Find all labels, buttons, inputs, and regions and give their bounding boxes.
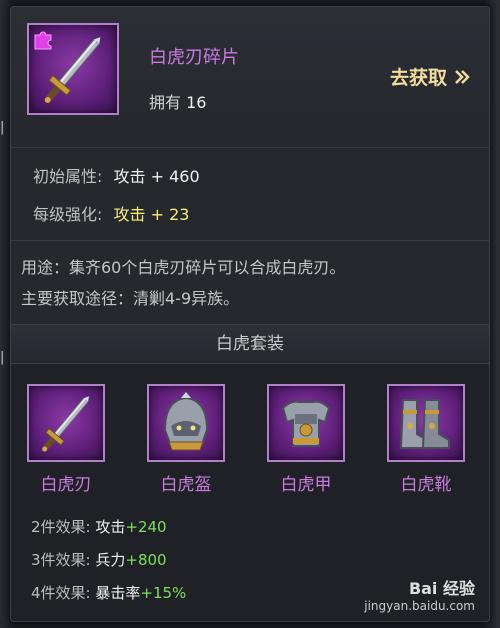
description-source: 主要获取途径：清剿4-9异族。 [21,289,240,308]
set-section: 白虎套装 白虎刃 白虎盔 白虎甲 白虎靴 2件效果: 攻击+240 3件效果: … [11,324,489,621]
owned-count: 拥有 16 [149,89,206,113]
item-tooltip-panel: 白虎刃碎片 拥有 16 去获取 初始属性: 攻击 + 460 每级强化: 攻击 … [10,6,490,622]
set-piece-label: 白虎盔 [160,475,212,495]
set-piece-boots[interactable]: 白虎靴 [387,384,467,495]
set-piece-sword[interactable]: 白虎刃 [27,384,107,495]
set-effect-3: 3件效果: 兵力+800 [31,549,167,570]
divider [11,240,489,241]
set-piece-frame [387,384,465,462]
set-piece-frame [147,384,225,462]
double-chevron-right-icon [455,69,470,84]
set-effect-2: 2件效果: 攻击+240 [31,516,167,537]
item-name: 白虎刃碎片 [149,47,239,68]
background-fragment: | [0,350,5,365]
background-fragment: | [0,120,5,135]
set-piece-label: 白虎刃 [40,475,92,495]
upgrade-attribute-value: 攻击 + 23 [113,205,190,224]
base-attribute-value: 攻击 + 460 [113,167,200,186]
watermark-url: jingyan.baidu.com [364,599,475,613]
item-header: 白虎刃碎片 拥有 16 去获取 [11,7,489,139]
set-effect-bonus: +15% [140,584,187,602]
sword-icon [44,37,101,103]
armor-icon [281,400,331,447]
helmet-icon [163,392,209,451]
base-attribute-row: 初始属性: 攻击 + 460 [33,163,200,187]
set-effect-bonus: +800 [125,551,167,569]
description-usage: 用途：集齐60个白虎刃碎片可以合成白虎刃。 [21,258,346,277]
item-icon-frame[interactable] [27,23,119,115]
set-piece-helmet[interactable]: 白虎盔 [147,384,227,495]
set-effect-bonus: +240 [125,518,167,536]
owned-label: 拥有 [149,93,182,112]
go-get-button[interactable]: 去获取 [390,63,471,90]
set-title: 白虎套装 [11,324,489,364]
set-effect-stat: 兵力 [95,551,126,569]
set-piece-label: 白虎靴 [400,475,452,495]
set-piece-label: 白虎甲 [280,475,332,495]
set-piece-frame [267,384,345,462]
boots-icon [399,399,450,449]
set-piece-frame [27,384,105,462]
upgrade-attribute-row: 每级强化: 攻击 + 23 [33,201,189,225]
watermark: Bai 经验 jingyan.baidu.com [364,575,475,613]
set-effect-label: 3件效果: [31,551,91,569]
base-attribute-label: 初始属性: [33,167,103,186]
set-piece-armor[interactable]: 白虎甲 [267,384,347,495]
watermark-logo: Bai 经验 [408,579,475,598]
set-effect-label: 4件效果: [31,584,91,602]
owned-value: 16 [186,93,207,112]
set-effect-label: 2件效果: [31,518,91,536]
divider [11,147,489,148]
set-effect-stat: 攻击 [95,518,126,536]
sword-icon [42,396,90,452]
set-effect-stat: 暴击率 [95,584,141,602]
upgrade-attribute-label: 每级强化: [33,205,103,224]
go-get-label: 去获取 [389,67,447,89]
set-effect-4: 4件效果: 暴击率+15% [31,582,186,603]
